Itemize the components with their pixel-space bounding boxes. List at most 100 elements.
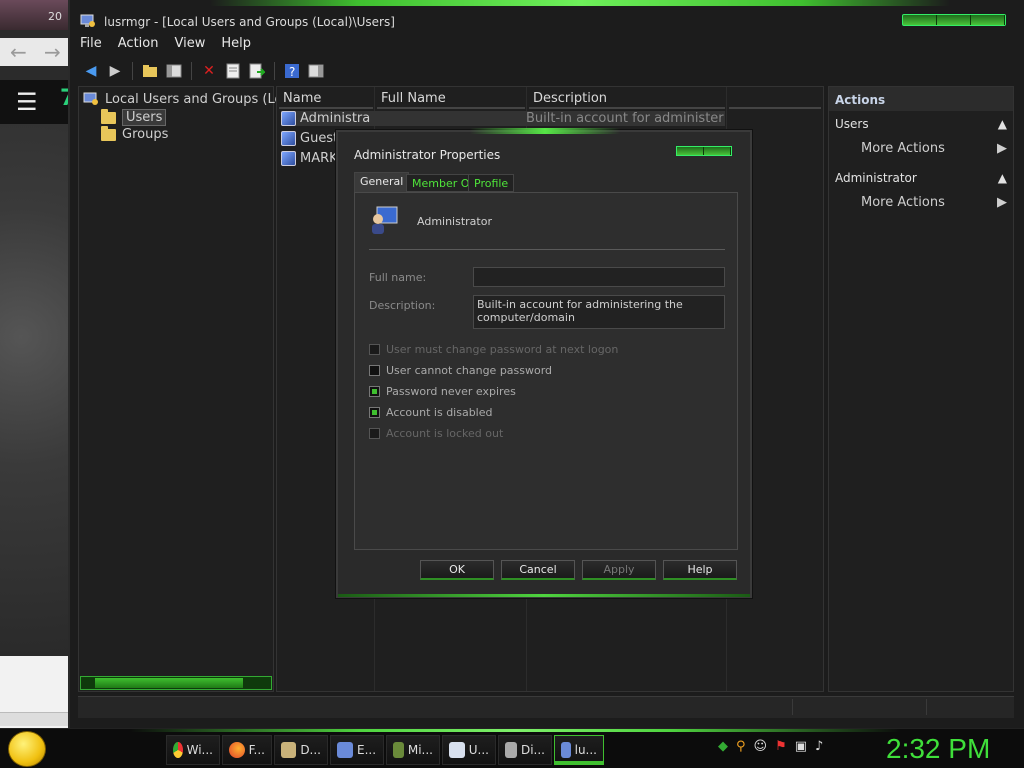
- help-button[interactable]: Help: [663, 560, 737, 580]
- maximize-button[interactable]: [937, 15, 971, 25]
- security-flag-icon[interactable]: ⚑: [775, 739, 787, 754]
- action-group-title: Administrator: [835, 171, 917, 185]
- apply-button[interactable]: Apply: [582, 560, 656, 580]
- user-icon: [281, 131, 296, 146]
- tree-horizontal-scrollbar[interactable]: [80, 676, 272, 690]
- menu-help[interactable]: Help: [221, 36, 251, 56]
- checkbox-box[interactable]: [369, 365, 380, 376]
- action-group-administrator[interactable]: Administrator ▲: [835, 171, 1007, 185]
- column-header-fullname[interactable]: Full Name: [377, 91, 525, 109]
- task-disk[interactable]: Di...: [498, 735, 552, 765]
- checkbox-box: [369, 428, 380, 439]
- checkbox-label: Password never expires: [386, 385, 516, 398]
- task-label: Di...: [520, 743, 545, 757]
- search-icon[interactable]: ⚲: [736, 739, 746, 754]
- delete-icon[interactable]: ✕: [200, 62, 218, 80]
- menu-action[interactable]: Action: [118, 36, 159, 56]
- column-header-empty[interactable]: [729, 91, 821, 109]
- action-group-users[interactable]: Users ▲: [835, 117, 1007, 131]
- checkbox-label: Account is disabled: [386, 406, 493, 419]
- list-row[interactable]: Guest: [281, 131, 338, 146]
- checkbox-cannot-change-password[interactable]: User cannot change password: [369, 364, 552, 377]
- properties-icon[interactable]: [224, 62, 242, 80]
- close-button[interactable]: [971, 15, 1005, 25]
- task-lusrmgr[interactable]: lu...: [554, 735, 604, 765]
- tab-profile[interactable]: Profile: [468, 174, 515, 192]
- svg-text:?: ?: [289, 65, 295, 79]
- computer-management-icon: [561, 742, 571, 758]
- tree-root[interactable]: Local Users and Groups (Loc: [83, 91, 290, 107]
- task-explorer[interactable]: E...: [330, 735, 384, 765]
- back-icon[interactable]: ◀: [82, 62, 100, 80]
- help-icon[interactable]: ?: [283, 62, 301, 80]
- ok-button[interactable]: OK: [420, 560, 494, 580]
- checkbox-must-change-password: User must change password at next logon: [369, 343, 618, 356]
- user-icon: [281, 151, 296, 166]
- connection-icon[interactable]: ▣: [795, 739, 807, 754]
- column-header-name[interactable]: Name: [279, 91, 373, 109]
- start-button-smiley-icon[interactable]: [8, 731, 46, 767]
- checkbox-account-disabled[interactable]: Account is disabled: [369, 406, 493, 419]
- collapse-up-icon[interactable]: ▲: [998, 117, 1007, 131]
- network-icon[interactable]: ◆: [718, 739, 728, 754]
- column-header-description[interactable]: Description: [529, 91, 725, 109]
- window-controls[interactable]: [902, 14, 1006, 26]
- checkbox-box[interactable]: [369, 407, 380, 418]
- task-firefox[interactable]: F...: [222, 735, 272, 765]
- chrome-icon: [173, 742, 183, 758]
- forward-icon[interactable]: ▶: [106, 62, 124, 80]
- action-more-actions[interactable]: More Actions ▶: [861, 195, 1007, 210]
- submenu-arrow-icon: ▶: [997, 141, 1007, 156]
- full-name-field[interactable]: [473, 267, 725, 287]
- export-list-icon[interactable]: [248, 62, 266, 80]
- checkbox-label: User must change password at next logon: [386, 343, 619, 356]
- dialog-help-button[interactable]: [677, 147, 704, 155]
- background-scrollbar[interactable]: [0, 712, 70, 726]
- system-tray: ◆ ⚲ ☺ ⚑ ▣ ♪: [718, 739, 823, 754]
- cancel-button[interactable]: Cancel: [501, 560, 575, 580]
- actions-header: Actions: [829, 87, 1013, 111]
- list-row[interactable]: Administra Built-in account for administ…: [281, 111, 725, 126]
- console-tree: Local Users and Groups (Loc Users Groups: [78, 86, 290, 692]
- tree-item-groups[interactable]: Groups: [101, 125, 168, 142]
- dialog-glow: [470, 128, 620, 134]
- description-field[interactable]: Built-in account for administering the c…: [473, 295, 725, 329]
- list-row[interactable]: MARK: [281, 151, 338, 166]
- background-image: [0, 124, 70, 656]
- task-document[interactable]: D...: [274, 735, 328, 765]
- toolbar-separator: [274, 62, 275, 80]
- dialog-controls[interactable]: [676, 146, 732, 156]
- tree-item-users[interactable]: Users: [101, 108, 167, 126]
- show-action-pane-icon[interactable]: [307, 62, 325, 80]
- folder-icon: [101, 125, 116, 141]
- status-bar: [78, 696, 1014, 718]
- checkbox-password-never-expires[interactable]: Password never expires: [369, 385, 516, 398]
- user-name: MARK: [300, 151, 338, 166]
- task-minecraft[interactable]: Mi...: [386, 735, 440, 765]
- up-folder-icon[interactable]: [141, 62, 159, 80]
- task-chrome[interactable]: Wi...: [166, 735, 220, 765]
- tab-general[interactable]: General: [354, 172, 410, 192]
- back-arrow-icon[interactable]: ←: [10, 40, 27, 64]
- dialog-close-button[interactable]: [704, 147, 731, 155]
- forward-arrow-icon[interactable]: →: [44, 40, 61, 64]
- status-segment: [926, 699, 927, 715]
- menu-view[interactable]: View: [174, 36, 205, 56]
- toolbar-separator: [191, 62, 192, 80]
- clock[interactable]: 2:32 PM: [886, 733, 990, 765]
- messenger-icon[interactable]: ☺: [754, 739, 768, 754]
- user-icon: [372, 206, 398, 234]
- task-u[interactable]: U...: [442, 735, 496, 765]
- checkbox-box[interactable]: [369, 386, 380, 397]
- scrollbar-thumb[interactable]: [95, 678, 243, 688]
- disk-icon: [505, 742, 517, 758]
- action-more-actions[interactable]: More Actions ▶: [861, 141, 1007, 156]
- menu-file[interactable]: File: [80, 36, 102, 56]
- show-hide-tree-icon[interactable]: [165, 62, 183, 80]
- computer-management-icon: [83, 92, 98, 105]
- collapse-up-icon[interactable]: ▲: [998, 171, 1007, 185]
- volume-icon[interactable]: ♪: [815, 739, 823, 754]
- hamburger-icon[interactable]: ☰: [16, 88, 38, 116]
- user-name: Guest: [300, 131, 339, 146]
- minimize-button[interactable]: [903, 15, 937, 25]
